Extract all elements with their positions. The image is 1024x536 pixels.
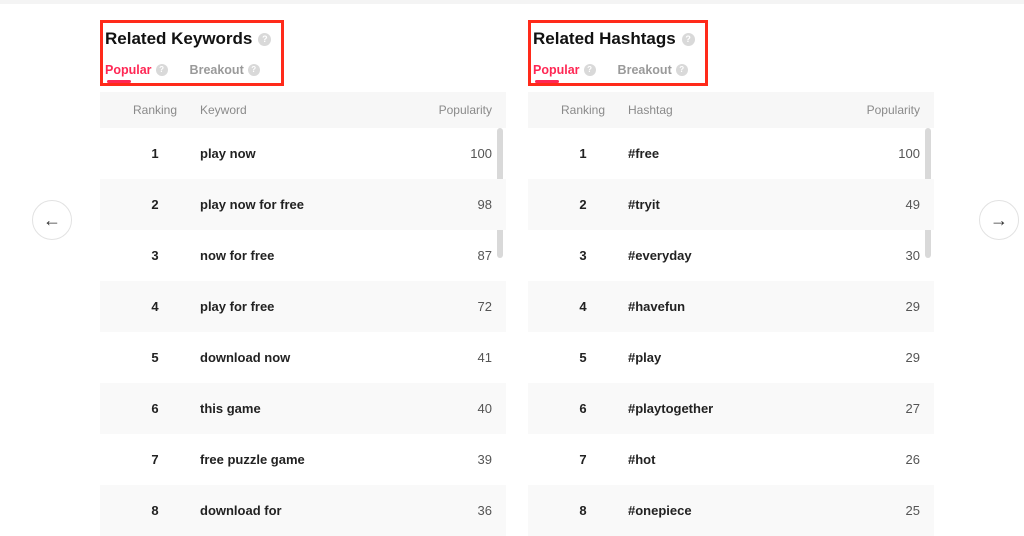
- table-row[interactable]: 3#everyday30: [528, 230, 934, 281]
- table-row[interactable]: 5download now41: [100, 332, 506, 383]
- cell-rank: 7: [538, 452, 628, 467]
- cell-rank: 2: [538, 197, 628, 212]
- tab-label: Popular: [533, 63, 580, 77]
- keywords-table-header: Ranking Keyword Popularity: [100, 92, 506, 128]
- cell-rank: 8: [538, 503, 628, 518]
- col-header-keyword: Keyword: [200, 103, 402, 117]
- cell-popularity: 40: [402, 401, 492, 416]
- cell-rank: 3: [110, 248, 200, 263]
- cell-popularity: 98: [402, 197, 492, 212]
- table-row[interactable]: 7free puzzle game39: [100, 434, 506, 485]
- arrow-left-icon: ←: [43, 210, 61, 231]
- table-row[interactable]: 3now for free87: [100, 230, 506, 281]
- cell-hashtag: #hot: [628, 452, 830, 467]
- related-hashtags-panel: Related Hashtags ? Popular ? Breakout ? …: [528, 20, 934, 536]
- cell-popularity: 29: [830, 350, 920, 365]
- cell-hashtag: #playtogether: [628, 401, 830, 416]
- table-row[interactable]: 6#playtogether27: [528, 383, 934, 434]
- cell-rank: 4: [110, 299, 200, 314]
- cell-rank: 3: [538, 248, 628, 263]
- cell-popularity: 72: [402, 299, 492, 314]
- tab-popular[interactable]: Popular ?: [533, 63, 596, 77]
- table-row[interactable]: 8#onepiece25: [528, 485, 934, 536]
- cell-popularity: 41: [402, 350, 492, 365]
- cell-hashtag: #free: [628, 146, 830, 161]
- table-row[interactable]: 1#free100: [528, 128, 934, 179]
- cell-rank: 1: [110, 146, 200, 161]
- tab-label: Breakout: [618, 63, 672, 77]
- cell-hashtag: #tryit: [628, 197, 830, 212]
- cell-rank: 4: [538, 299, 628, 314]
- col-header-hashtag: Hashtag: [628, 103, 830, 117]
- col-header-popularity: Popularity: [830, 103, 920, 117]
- cell-popularity: 100: [830, 146, 920, 161]
- related-keywords-panel: Related Keywords ? Popular ? Breakout ? …: [100, 20, 506, 536]
- help-icon[interactable]: ?: [584, 64, 596, 76]
- nav-prev-button[interactable]: ←: [32, 200, 72, 240]
- cell-popularity: 39: [402, 452, 492, 467]
- arrow-right-icon: →: [990, 210, 1008, 231]
- cell-hashtag: #play: [628, 350, 830, 365]
- hashtags-title: Related Hashtags: [533, 29, 676, 49]
- cell-rank: 7: [110, 452, 200, 467]
- cell-popularity: 87: [402, 248, 492, 263]
- help-icon[interactable]: ?: [258, 33, 271, 46]
- cell-hashtag: #everyday: [628, 248, 830, 263]
- hashtags-header-box: Related Hashtags ? Popular ? Breakout ?: [528, 20, 708, 86]
- cell-rank: 8: [110, 503, 200, 518]
- help-icon[interactable]: ?: [248, 64, 260, 76]
- cell-keyword: now for free: [200, 248, 402, 263]
- cell-popularity: 27: [830, 401, 920, 416]
- cell-rank: 2: [110, 197, 200, 212]
- cell-rank: 1: [538, 146, 628, 161]
- cell-popularity: 36: [402, 503, 492, 518]
- cell-popularity: 100: [402, 146, 492, 161]
- cell-keyword: download for: [200, 503, 402, 518]
- cell-rank: 5: [538, 350, 628, 365]
- cell-popularity: 49: [830, 197, 920, 212]
- help-icon[interactable]: ?: [682, 33, 695, 46]
- cell-keyword: play now for free: [200, 197, 402, 212]
- table-row[interactable]: 1play now100: [100, 128, 506, 179]
- cell-keyword: this game: [200, 401, 402, 416]
- hashtags-table-header: Ranking Hashtag Popularity: [528, 92, 934, 128]
- help-icon[interactable]: ?: [676, 64, 688, 76]
- col-header-ranking: Ranking: [538, 103, 628, 117]
- table-row[interactable]: 8download for36: [100, 485, 506, 536]
- table-row[interactable]: 4play for free72: [100, 281, 506, 332]
- cell-popularity: 26: [830, 452, 920, 467]
- table-row[interactable]: 6this game40: [100, 383, 506, 434]
- nav-next-button[interactable]: →: [979, 200, 1019, 240]
- cell-keyword: play for free: [200, 299, 402, 314]
- cell-popularity: 25: [830, 503, 920, 518]
- cell-rank: 6: [110, 401, 200, 416]
- cell-rank: 6: [538, 401, 628, 416]
- tab-breakout[interactable]: Breakout ?: [618, 63, 688, 77]
- col-header-ranking: Ranking: [110, 103, 200, 117]
- cell-keyword: download now: [200, 350, 402, 365]
- tab-popular[interactable]: Popular ?: [105, 63, 168, 77]
- cell-hashtag: #onepiece: [628, 503, 830, 518]
- table-row[interactable]: 4#havefun29: [528, 281, 934, 332]
- cell-popularity: 30: [830, 248, 920, 263]
- tab-breakout[interactable]: Breakout ?: [190, 63, 260, 77]
- table-row[interactable]: 2play now for free98: [100, 179, 506, 230]
- cell-rank: 5: [110, 350, 200, 365]
- help-icon[interactable]: ?: [156, 64, 168, 76]
- table-row[interactable]: 5#play29: [528, 332, 934, 383]
- cell-keyword: free puzzle game: [200, 452, 402, 467]
- col-header-popularity: Popularity: [402, 103, 492, 117]
- table-row[interactable]: 2#tryit49: [528, 179, 934, 230]
- tab-label: Breakout: [190, 63, 244, 77]
- tab-label: Popular: [105, 63, 152, 77]
- table-row[interactable]: 7#hot26: [528, 434, 934, 485]
- keywords-header-box: Related Keywords ? Popular ? Breakout ?: [100, 20, 284, 86]
- cell-hashtag: #havefun: [628, 299, 830, 314]
- keywords-title: Related Keywords: [105, 29, 252, 49]
- cell-popularity: 29: [830, 299, 920, 314]
- cell-keyword: play now: [200, 146, 402, 161]
